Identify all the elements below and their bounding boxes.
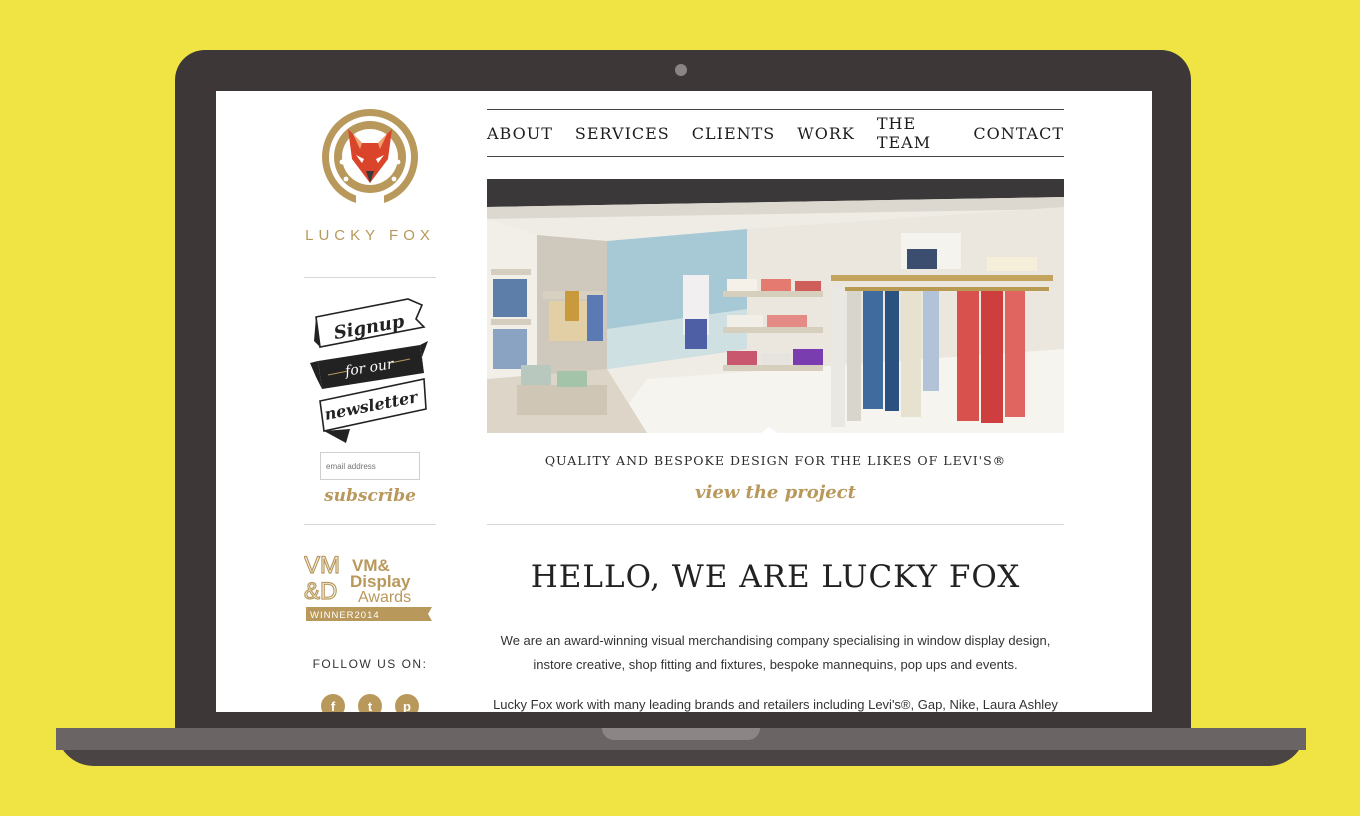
sidebar-divider-2 xyxy=(304,524,436,525)
facebook-icon[interactable]: f xyxy=(321,694,345,712)
nav-contact[interactable]: CONTACT xyxy=(973,124,1064,143)
award-title-3: Awards xyxy=(358,589,411,606)
intro-line-2: instore creative, shop fitting and fixtu… xyxy=(533,657,1018,672)
main-content: ABOUT SERVICES CLIENTS WORK THE TEAM CON… xyxy=(487,91,1064,712)
nav-clients[interactable]: CLIENTS xyxy=(692,124,776,143)
website-screen: LUCKY FOX Signup for our newsletter subs… xyxy=(216,91,1152,712)
award-mark-1: VM xyxy=(304,552,340,579)
hero-caption: QUALITY AND BESPOKE DESIGN FOR THE LIKES… xyxy=(544,453,1007,468)
camera-icon xyxy=(675,64,687,76)
page-title: HELLO, WE ARE LUCKY FOX xyxy=(530,559,1021,595)
twitter-icon[interactable]: t xyxy=(358,694,382,712)
hero-store-image[interactable] xyxy=(487,179,1064,433)
pinterest-icon[interactable]: p xyxy=(395,694,419,712)
brand-wordmark: LUCKY FOX xyxy=(305,227,435,244)
intro-line-3: Lucky Fox work with many leading brands … xyxy=(493,697,1058,712)
stage: LUCKY FOX Signup for our newsletter subs… xyxy=(0,0,1360,816)
view-project-link[interactable]: view the project xyxy=(487,482,1064,503)
sidebar-divider xyxy=(304,277,436,278)
newsletter-banner: Signup for our newsletter xyxy=(310,298,428,443)
nav-services[interactable]: SERVICES xyxy=(575,124,670,143)
nav-the-team[interactable]: THE TEAM xyxy=(877,114,952,152)
laptop-notch xyxy=(602,728,760,740)
award-ribbon-text: WINNER2014 xyxy=(310,610,380,621)
subscribe-button[interactable]: subscribe xyxy=(304,486,436,506)
follow-us-label: FOLLOW US ON: xyxy=(312,657,428,671)
intro-paragraph: We are an award-winning visual merchandi… xyxy=(487,629,1064,677)
main-nav: ABOUT SERVICES CLIENTS WORK THE TEAM CON… xyxy=(487,109,1064,157)
email-field[interactable] xyxy=(320,452,420,480)
nav-about[interactable]: ABOUT xyxy=(487,124,553,143)
content-divider xyxy=(487,524,1064,525)
nav-work[interactable]: WORK xyxy=(797,124,855,143)
lucky-fox-logo-icon[interactable] xyxy=(320,107,420,207)
sidebar: LUCKY FOX Signup for our newsletter subs… xyxy=(304,91,436,712)
intro-line-1: We are an award-winning visual merchandi… xyxy=(500,633,1051,648)
award-mark-2: &D xyxy=(304,578,337,605)
vmd-award-badge: VM &D VM& Display Awards WINNER2014 xyxy=(304,551,432,621)
